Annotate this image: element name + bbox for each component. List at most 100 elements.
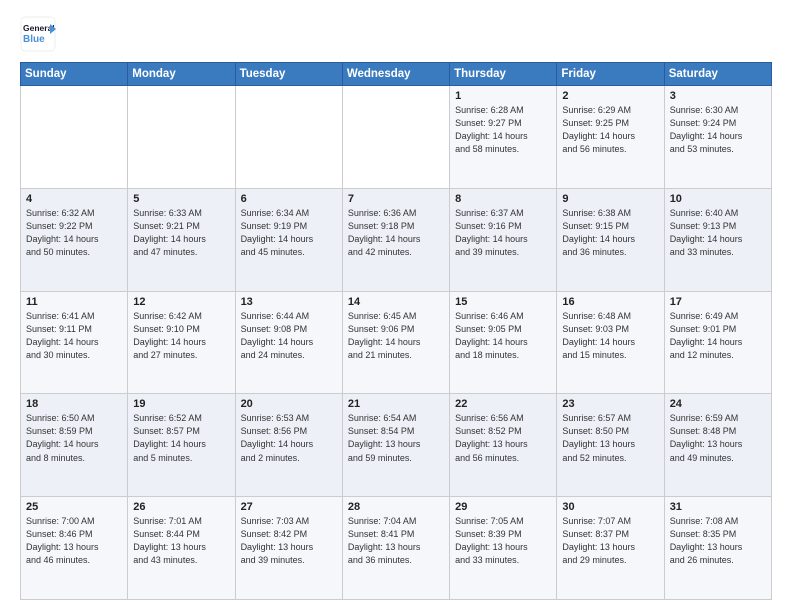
day-number: 28 [348,501,444,513]
day-number: 5 [133,193,229,205]
calendar-cell: 17 Sunrise: 6:49 AM Sunset: 9:01 PM Dayli… [664,291,771,394]
day-info: Sunrise: 7:03 AM Sunset: 8:42 PM Dayligh… [241,515,337,567]
calendar-week-row: 4 Sunrise: 6:32 AM Sunset: 9:22 PM Daylig… [21,188,772,291]
day-info: Sunrise: 6:46 AM Sunset: 9:05 PM Dayligh… [455,310,551,362]
day-number: 14 [348,296,444,308]
day-info: Sunrise: 7:01 AM Sunset: 8:44 PM Dayligh… [133,515,229,567]
day-number: 30 [562,501,658,513]
day-info: Sunrise: 6:37 AM Sunset: 9:16 PM Dayligh… [455,207,551,259]
header: General Blue [20,16,772,52]
col-header-friday: Friday [557,63,664,86]
day-number: 12 [133,296,229,308]
col-header-monday: Monday [128,63,235,86]
day-info: Sunrise: 6:30 AM Sunset: 9:24 PM Dayligh… [670,104,766,156]
calendar-cell: 25 Sunrise: 7:00 AM Sunset: 8:46 PM Dayli… [21,497,128,600]
day-info: Sunrise: 6:56 AM Sunset: 8:52 PM Dayligh… [455,412,551,464]
page: General Blue SundayMondayTuesdayWednesda… [0,0,792,612]
calendar-cell: 1 Sunrise: 6:28 AM Sunset: 9:27 PM Daylig… [450,86,557,189]
day-number: 10 [670,193,766,205]
day-info: Sunrise: 7:07 AM Sunset: 8:37 PM Dayligh… [562,515,658,567]
calendar-header-row: SundayMondayTuesdayWednesdayThursdayFrid… [21,63,772,86]
day-info: Sunrise: 6:49 AM Sunset: 9:01 PM Dayligh… [670,310,766,362]
day-info: Sunrise: 6:52 AM Sunset: 8:57 PM Dayligh… [133,412,229,464]
day-number: 3 [670,90,766,102]
col-header-thursday: Thursday [450,63,557,86]
calendar-cell: 3 Sunrise: 6:30 AM Sunset: 9:24 PM Daylig… [664,86,771,189]
day-number: 19 [133,398,229,410]
day-info: Sunrise: 7:04 AM Sunset: 8:41 PM Dayligh… [348,515,444,567]
col-header-wednesday: Wednesday [342,63,449,86]
calendar-cell: 8Sunrise: 6:37 AM Sunset: 9:16 PM Daylig… [450,188,557,291]
day-number: 22 [455,398,551,410]
day-info: Sunrise: 7:05 AM Sunset: 8:39 PM Dayligh… [455,515,551,567]
calendar-cell: 23Sunrise: 6:57 AM Sunset: 8:50 PM Dayli… [557,394,664,497]
calendar-cell [21,86,128,189]
calendar-cell: 31 Sunrise: 7:08 AM Sunset: 8:35 PM Dayli… [664,497,771,600]
calendar-cell: 11 Sunrise: 6:41 AM Sunset: 9:11 PM Dayli… [21,291,128,394]
day-number: 27 [241,501,337,513]
day-number: 11 [26,296,122,308]
day-info: Sunrise: 6:33 AM Sunset: 9:21 PM Dayligh… [133,207,229,259]
calendar-cell: 28 Sunrise: 7:04 AM Sunset: 8:41 PM Dayli… [342,497,449,600]
day-info: Sunrise: 6:34 AM Sunset: 9:19 PM Dayligh… [241,207,337,259]
day-number: 15 [455,296,551,308]
day-number: 29 [455,501,551,513]
calendar-cell: 6 Sunrise: 6:34 AM Sunset: 9:19 PM Daylig… [235,188,342,291]
day-number: 9 [562,193,658,205]
day-info: Sunrise: 6:44 AM Sunset: 9:08 PM Dayligh… [241,310,337,362]
calendar-cell [342,86,449,189]
day-number: 4 [26,193,122,205]
calendar-cell: 13Sunrise: 6:44 AM Sunset: 9:08 PM Dayli… [235,291,342,394]
day-info: Sunrise: 6:42 AM Sunset: 9:10 PM Dayligh… [133,310,229,362]
svg-text:General: General [23,23,55,33]
day-number: 7 [348,193,444,205]
day-info: Sunrise: 6:59 AM Sunset: 8:48 PM Dayligh… [670,412,766,464]
calendar-week-row: 18Sunrise: 6:50 AM Sunset: 8:59 PM Dayli… [21,394,772,497]
day-number: 31 [670,501,766,513]
day-info: Sunrise: 6:48 AM Sunset: 9:03 PM Dayligh… [562,310,658,362]
day-info: Sunrise: 6:45 AM Sunset: 9:06 PM Dayligh… [348,310,444,362]
calendar-cell [128,86,235,189]
day-info: Sunrise: 6:29 AM Sunset: 9:25 PM Dayligh… [562,104,658,156]
calendar-cell: 22 Sunrise: 6:56 AM Sunset: 8:52 PM Dayli… [450,394,557,497]
calendar-cell [235,86,342,189]
calendar-cell: 29 Sunrise: 7:05 AM Sunset: 8:39 PM Dayli… [450,497,557,600]
day-info: Sunrise: 6:50 AM Sunset: 8:59 PM Dayligh… [26,412,122,464]
day-info: Sunrise: 6:57 AM Sunset: 8:50 PM Dayligh… [562,412,658,464]
calendar-cell: 27 Sunrise: 7:03 AM Sunset: 8:42 PM Dayli… [235,497,342,600]
day-number: 26 [133,501,229,513]
day-info: Sunrise: 6:41 AM Sunset: 9:11 PM Dayligh… [26,310,122,362]
day-number: 20 [241,398,337,410]
calendar-cell: 12 Sunrise: 6:42 AM Sunset: 9:10 PM Dayli… [128,291,235,394]
day-info: Sunrise: 7:08 AM Sunset: 8:35 PM Dayligh… [670,515,766,567]
day-info: Sunrise: 7:00 AM Sunset: 8:46 PM Dayligh… [26,515,122,567]
day-info: Sunrise: 6:38 AM Sunset: 9:15 PM Dayligh… [562,207,658,259]
calendar-cell: 26 Sunrise: 7:01 AM Sunset: 8:44 PM Dayli… [128,497,235,600]
calendar-cell: 4 Sunrise: 6:32 AM Sunset: 9:22 PM Daylig… [21,188,128,291]
col-header-tuesday: Tuesday [235,63,342,86]
calendar-cell: 24 Sunrise: 6:59 AM Sunset: 8:48 PM Dayli… [664,394,771,497]
day-number: 2 [562,90,658,102]
calendar-table: SundayMondayTuesdayWednesdayThursdayFrid… [20,62,772,600]
col-header-saturday: Saturday [664,63,771,86]
calendar-cell: 21Sunrise: 6:54 AM Sunset: 8:54 PM Dayli… [342,394,449,497]
day-number: 6 [241,193,337,205]
day-number: 16 [562,296,658,308]
logo: General Blue [20,16,56,52]
calendar-cell: 10Sunrise: 6:40 AM Sunset: 9:13 PM Dayli… [664,188,771,291]
day-number: 25 [26,501,122,513]
calendar-cell: 15 Sunrise: 6:46 AM Sunset: 9:05 PM Dayli… [450,291,557,394]
day-info: Sunrise: 6:28 AM Sunset: 9:27 PM Dayligh… [455,104,551,156]
calendar-week-row: 1 Sunrise: 6:28 AM Sunset: 9:27 PM Daylig… [21,86,772,189]
calendar-week-row: 25 Sunrise: 7:00 AM Sunset: 8:46 PM Dayli… [21,497,772,600]
day-number: 1 [455,90,551,102]
col-header-sunday: Sunday [21,63,128,86]
day-number: 21 [348,398,444,410]
calendar-cell: 2 Sunrise: 6:29 AM Sunset: 9:25 PM Daylig… [557,86,664,189]
day-info: Sunrise: 6:32 AM Sunset: 9:22 PM Dayligh… [26,207,122,259]
day-number: 24 [670,398,766,410]
day-number: 17 [670,296,766,308]
calendar-cell: 30 Sunrise: 7:07 AM Sunset: 8:37 PM Dayli… [557,497,664,600]
calendar-cell: 14 Sunrise: 6:45 AM Sunset: 9:06 PM Dayli… [342,291,449,394]
calendar-week-row: 11 Sunrise: 6:41 AM Sunset: 9:11 PM Dayli… [21,291,772,394]
